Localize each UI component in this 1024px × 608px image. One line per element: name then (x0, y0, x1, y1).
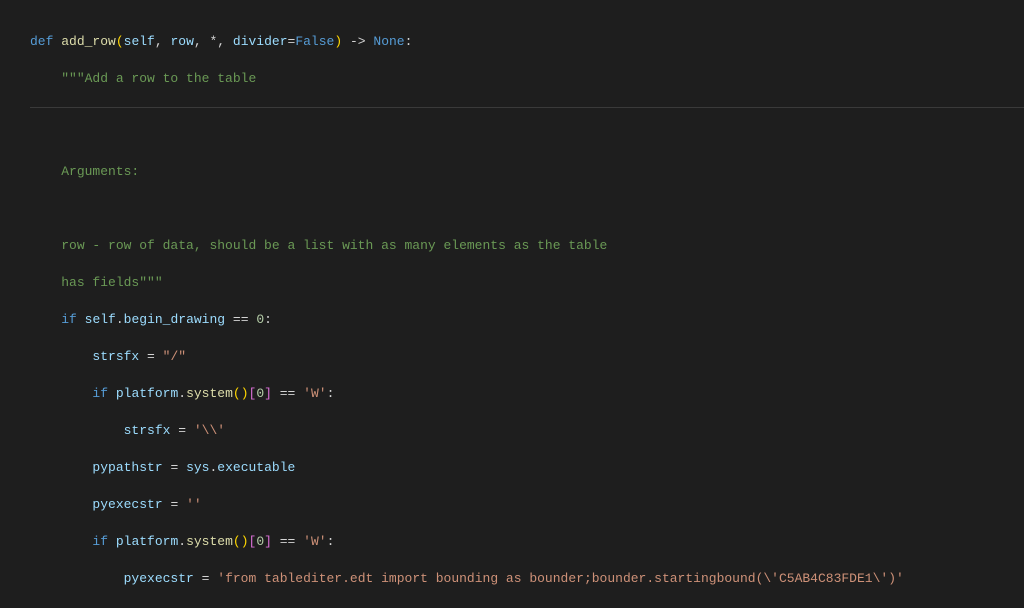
code-line: pyexecstr = 'from tablediter.edt import … (30, 570, 1024, 589)
code-line: pypathstr = sys.executable (30, 459, 1024, 478)
code-line: Arguments: (30, 163, 1024, 182)
code-line: has fields""" (30, 274, 1024, 293)
divider-line (30, 107, 1024, 108)
code-line: strsfx = '\\' (30, 422, 1024, 441)
code-line: strsfx = "/" (30, 348, 1024, 367)
code-line: if platform.system()[0] == 'W': (30, 533, 1024, 552)
code-line (30, 126, 1024, 145)
func-name: add_row (61, 34, 116, 49)
code-line: row - row of data, should be a list with… (30, 237, 1024, 256)
keyword-def: def (30, 34, 53, 49)
code-line: if self.begin_drawing == 0: (30, 311, 1024, 330)
code-line: def add_row(self, row, *, divider=False)… (30, 33, 1024, 52)
code-line: if platform.system()[0] == 'W': (30, 385, 1024, 404)
code-line (30, 200, 1024, 219)
code-editor[interactable]: def add_row(self, row, *, divider=False)… (0, 0, 1024, 608)
code-line: pyexecstr = '' (30, 496, 1024, 515)
code-line: """Add a row to the table (30, 70, 1024, 89)
